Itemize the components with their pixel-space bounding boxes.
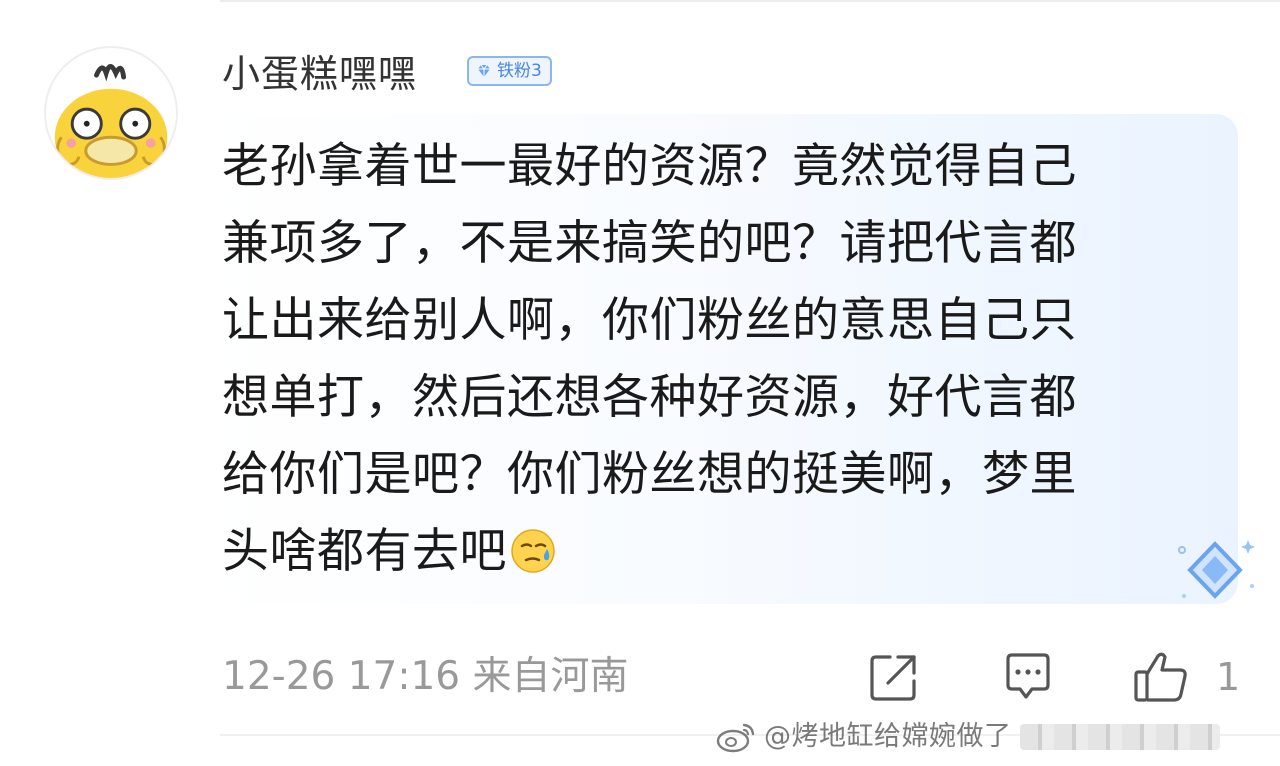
- weibo-logo-icon: [716, 723, 755, 753]
- diamond-decoration-icon: [1178, 540, 1255, 599]
- top-divider: [220, 0, 1280, 2]
- diamond-badge-icon: [478, 64, 490, 77]
- share-icon: [870, 655, 916, 701]
- comment-line-text: 头啥都有去吧: [222, 524, 507, 579]
- sweat-emoji-icon: [511, 529, 555, 573]
- watermark-blur: [1019, 724, 1220, 750]
- comment-line: 想单打，然后还想各种好资源，好代言都: [222, 370, 1077, 425]
- comment-meta: 12-26 17:16 来自河南: [222, 654, 629, 699]
- comment-line-last: 头啥都有去吧: [222, 513, 1182, 590]
- like-count: 1: [1216, 655, 1241, 699]
- fan-badge[interactable]: 铁粉3: [467, 56, 552, 86]
- comment-icon: [1006, 653, 1050, 699]
- watermark-text: @烤地缸给嫦婉做了: [764, 721, 1012, 752]
- username[interactable]: 小蛋糕嘿嘿: [222, 48, 417, 100]
- like-button[interactable]: 1: [1132, 650, 1240, 704]
- thumbs-up-icon: [1134, 652, 1187, 702]
- psyduck-avatar-icon: [54, 64, 168, 178]
- comment-text: 老孙拿着世一最好的资源？竟然觉得自己 兼项多了，不是来搞笑的吧？请把代言都 让出…: [222, 128, 1182, 590]
- comment-button[interactable]: [1002, 650, 1054, 704]
- comment-line: 老孙拿着世一最好的资源？竟然觉得自己: [222, 139, 1077, 194]
- user-avatar[interactable]: [44, 46, 178, 180]
- comment-line: 给你们是吧？你们粉丝想的挺美啊，梦里: [222, 447, 1077, 502]
- watermark: @烤地缸给嫦婉做了: [716, 717, 1220, 757]
- comment-line: 让出来给别人啊，你们粉丝的意思自己只: [222, 293, 1077, 348]
- share-button[interactable]: [868, 650, 920, 704]
- comment-line: 兼项多了，不是来搞笑的吧？请把代言都: [222, 216, 1077, 271]
- badge-label: 铁粉3: [497, 61, 542, 81]
